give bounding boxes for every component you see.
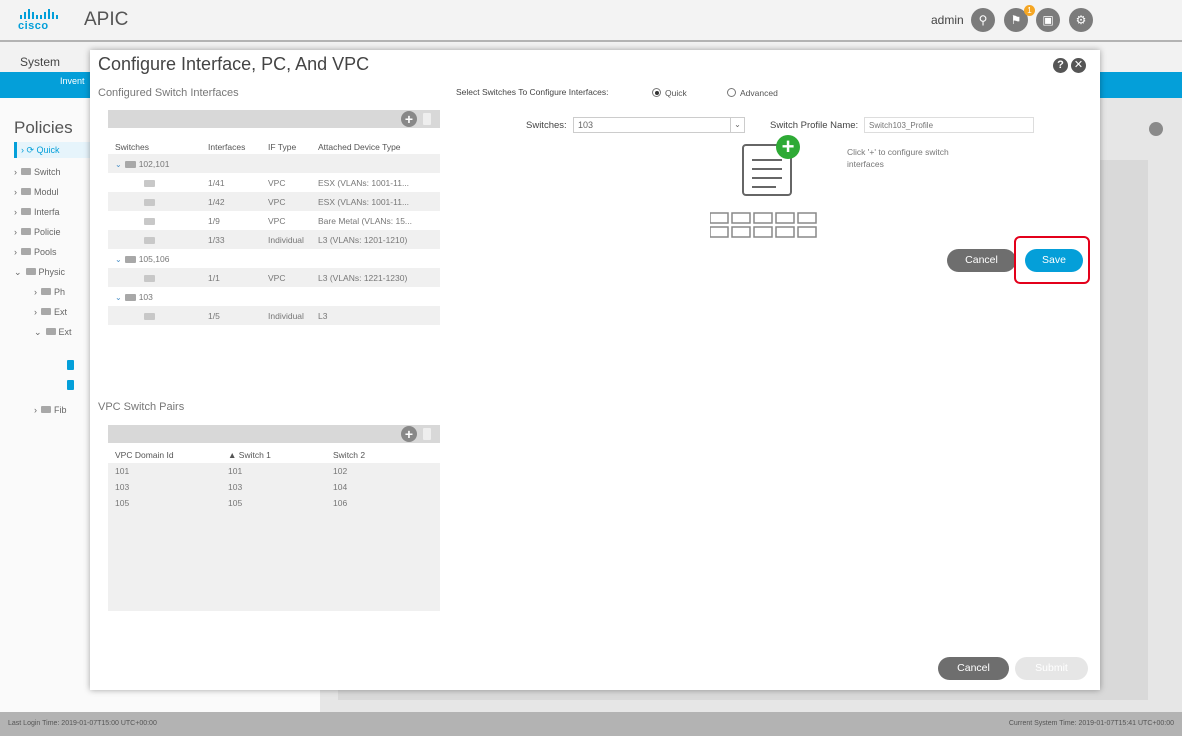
- submit-button[interactable]: Submit: [1015, 657, 1088, 680]
- configured-interfaces-label: Configured Switch Interfaces: [98, 87, 239, 99]
- add-switch-plus-icon[interactable]: +: [776, 135, 800, 159]
- tree-item-fibre-channel[interactable]: › Fib: [34, 402, 67, 418]
- top-header: cisco APIC admin ⚲ ⚑ 1 ▣ ⚙: [0, 0, 1182, 40]
- vpc-pairs-table: + VPC Domain Id ▲ Switch 1 Switch 2 101 …: [108, 425, 440, 611]
- notification-badge: 1: [1024, 5, 1035, 16]
- folder-icon: [144, 199, 155, 207]
- column-header[interactable]: IF Type: [268, 142, 296, 152]
- table-row[interactable]: 1/9 VPC Bare Metal (VLANs: 15...: [108, 211, 440, 230]
- radio-advanced-label[interactable]: Advanced: [740, 88, 778, 98]
- monitor-icon[interactable]: ▣: [1036, 8, 1060, 32]
- folder-icon: [144, 275, 155, 283]
- tree-item-policies[interactable]: › Policie: [14, 224, 61, 240]
- table-row[interactable]: ⌄ 103: [108, 287, 440, 306]
- cancel-bottom-button[interactable]: Cancel: [938, 657, 1009, 680]
- table-toolbar: +: [108, 425, 440, 443]
- column-header[interactable]: Switch 2: [333, 450, 365, 460]
- tree-item-external-routed[interactable]: ⌄ Ext: [34, 324, 72, 340]
- interfaces-table: + Switches Interfaces IF Type Attached D…: [108, 110, 440, 325]
- side-panel-icon[interactable]: [1149, 122, 1163, 136]
- table-header: Switches Interfaces IF Type Attached Dev…: [108, 128, 440, 154]
- sort-asc-icon: ▲: [228, 450, 239, 460]
- app-title: APIC: [84, 9, 129, 30]
- folder-icon: [144, 218, 155, 226]
- add-icon[interactable]: +: [401, 111, 417, 127]
- folder-icon: [124, 256, 136, 264]
- cancel-button[interactable]: Cancel: [947, 249, 1016, 272]
- tree-item-modules[interactable]: › Modul: [14, 184, 59, 200]
- table-row[interactable]: ⌄ 105,106: [108, 249, 440, 268]
- table-toolbar: +: [108, 110, 440, 128]
- table-row[interactable]: 1/33 Individual L3 (VLANs: 1201-1210): [108, 230, 440, 249]
- radio-advanced[interactable]: [727, 88, 736, 97]
- table-row[interactable]: 105 105 106: [108, 495, 440, 511]
- folder-icon: [124, 294, 136, 302]
- user-menu[interactable]: admin: [931, 13, 964, 27]
- cisco-logo: cisco: [18, 9, 66, 32]
- footer: Last Login Time: 2019-01-07T15:00 UTC+00…: [0, 712, 1182, 736]
- delete-icon[interactable]: [423, 113, 431, 125]
- file-icon[interactable]: [67, 360, 74, 370]
- folder-icon: [144, 237, 155, 245]
- vpc-pairs-label: VPC Switch Pairs: [98, 401, 185, 413]
- column-header[interactable]: Switches: [115, 142, 149, 152]
- tree-item-switches[interactable]: › Switch: [14, 164, 61, 180]
- folder-icon: [124, 161, 136, 169]
- table-header: VPC Domain Id ▲ Switch 1 Switch 2: [108, 443, 440, 463]
- policies-title: Policies: [14, 118, 73, 137]
- table-row[interactable]: ⌄ 102,101: [108, 154, 440, 173]
- last-login-time: Last Login Time: 2019-01-07T15:00 UTC+00…: [8, 720, 157, 727]
- dialog-title: Configure Interface, PC, And VPC: [98, 54, 370, 74]
- folder-icon: [144, 180, 155, 188]
- gear-icon[interactable]: ⚙: [1069, 8, 1093, 32]
- current-system-time: Current System Time: 2019-01-07T15:41 UT…: [1008, 720, 1174, 727]
- configure-hint: Click '+' to configure switch interfaces: [847, 147, 949, 169]
- help-icon[interactable]: ?: [1053, 58, 1068, 73]
- profile-name-label: Switch Profile Name:: [770, 120, 859, 131]
- chevron-down-icon[interactable]: ⌄: [730, 118, 744, 132]
- table-row[interactable]: 1/5 Individual L3: [108, 306, 440, 325]
- table-row[interactable]: 1/41 VPC ESX (VLANs: 1001-11...: [108, 173, 440, 192]
- radio-quick[interactable]: [652, 88, 661, 97]
- close-icon[interactable]: ✕: [1071, 58, 1086, 73]
- save-highlight-box: [1014, 236, 1090, 284]
- folder-icon: [144, 313, 155, 321]
- column-header[interactable]: Interfaces: [208, 142, 245, 152]
- table-row[interactable]: 101 101 102: [108, 463, 440, 479]
- table-row[interactable]: 1/42 VPC ESX (VLANs: 1001-11...: [108, 192, 440, 211]
- column-header[interactable]: ▲ Switch 1: [228, 450, 271, 460]
- configure-interface-dialog: Configure Interface, PC, And VPC ? ✕ Con…: [90, 50, 1100, 690]
- document-icon: [709, 144, 817, 238]
- file-icon[interactable]: [67, 380, 74, 390]
- radio-quick-label[interactable]: Quick: [665, 88, 687, 98]
- switches-label: Switches:: [526, 120, 567, 131]
- delete-icon[interactable]: [423, 428, 431, 440]
- tree-item-interfaces[interactable]: › Interfa: [14, 204, 60, 220]
- tree-item-external-bridged[interactable]: › Ext: [34, 304, 67, 320]
- add-icon[interactable]: +: [401, 426, 417, 442]
- tree-item-physical-domains[interactable]: › Ph: [34, 284, 65, 300]
- table-row[interactable]: 1/1 VPC L3 (VLANs: 1221-1230): [108, 268, 440, 287]
- switch-illustration: +: [709, 133, 840, 248]
- column-header[interactable]: VPC Domain Id: [115, 450, 174, 460]
- profile-name-input[interactable]: [864, 117, 1034, 133]
- column-header[interactable]: Attached Device Type: [318, 142, 401, 152]
- nav-system[interactable]: System: [20, 55, 60, 69]
- tree-item-physical[interactable]: ⌄ Physic: [14, 264, 65, 280]
- table-row[interactable]: 103 103 104: [108, 479, 440, 495]
- tree-item-quick-start[interactable]: › ⟳ Quick: [14, 142, 91, 158]
- tree-item-pools[interactable]: › Pools: [14, 244, 57, 260]
- search-icon[interactable]: ⚲: [971, 8, 995, 32]
- switches-select[interactable]: 103 ⌄: [573, 117, 745, 133]
- select-switches-label: Select Switches To Configure Interfaces:: [456, 87, 609, 97]
- subnav-inventory[interactable]: Invent: [60, 76, 85, 86]
